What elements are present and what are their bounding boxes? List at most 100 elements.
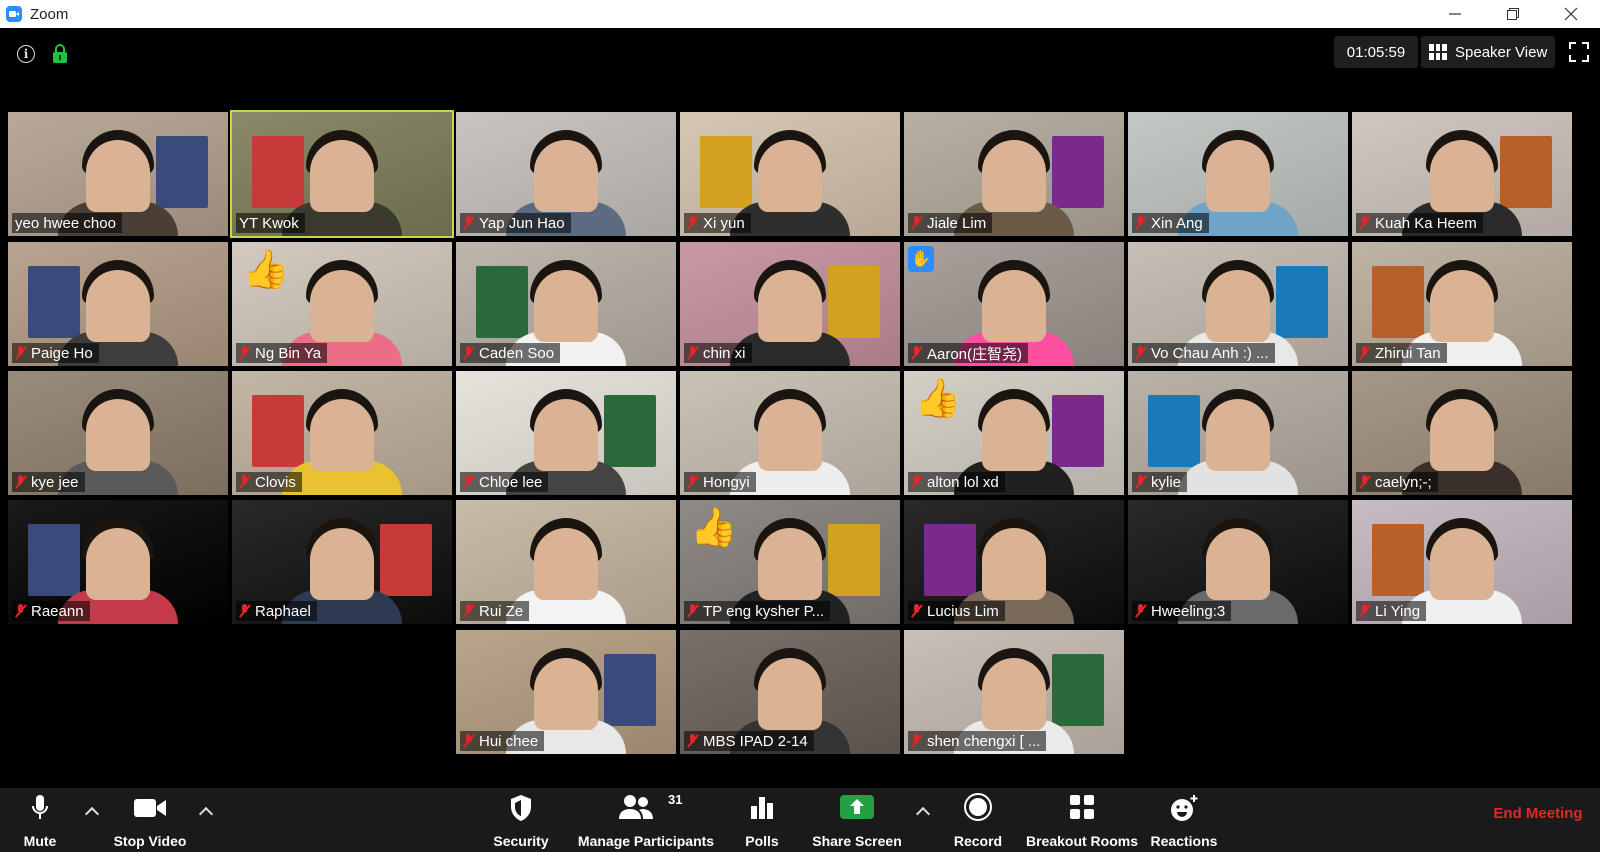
- breakout-rooms-icon: [1070, 795, 1094, 819]
- video-camera-icon: [134, 799, 166, 817]
- meeting-info-icon[interactable]: i: [17, 45, 35, 63]
- microphone-icon: [32, 795, 48, 819]
- muted-microphone-icon: [1135, 346, 1146, 360]
- muted-microphone-icon: [687, 216, 698, 230]
- close-button[interactable]: [1542, 0, 1600, 28]
- breakout-rooms-button[interactable]: Breakout Rooms: [1024, 788, 1140, 852]
- window-titlebar: Zoom: [0, 0, 1600, 28]
- held-book: [828, 524, 880, 596]
- participant-video-tile[interactable]: Raphael: [232, 500, 452, 624]
- participant-video-tile[interactable]: ✋ Aaron(庄智尧): [904, 242, 1124, 366]
- participant-video-tile[interactable]: Paige Ho: [8, 242, 228, 366]
- mute-button[interactable]: Mute: [14, 788, 66, 852]
- stop-video-button[interactable]: Stop Video: [110, 788, 190, 852]
- muted-microphone-icon: [911, 604, 922, 618]
- participant-video-tile[interactable]: Clovis: [232, 371, 452, 495]
- muted-microphone-icon: [687, 346, 698, 360]
- participant-video-tile[interactable]: Jiale Lim: [904, 112, 1124, 236]
- stop-video-label: Stop Video: [113, 833, 187, 849]
- participant-name-label: caelyn;-;: [1356, 472, 1438, 492]
- participant-video-tile[interactable]: Hui chee: [456, 630, 676, 754]
- participant-name-label: Chloe lee: [460, 472, 549, 492]
- participant-name-label: Xin Ang: [1132, 213, 1209, 233]
- participant-video-tile[interactable]: Yap Jun Hao: [456, 112, 676, 236]
- participant-video-tile[interactable]: Hongyi: [680, 371, 900, 495]
- breakout-rooms-label: Breakout Rooms: [1025, 833, 1139, 849]
- encryption-lock-icon[interactable]: [52, 44, 68, 64]
- held-book: [1276, 266, 1328, 338]
- fullscreen-icon[interactable]: [1569, 42, 1589, 62]
- manage-participants-button[interactable]: 31 Manage Participants: [574, 788, 718, 852]
- participant-video-tile[interactable]: Caden Soo: [456, 242, 676, 366]
- window-controls: [1426, 0, 1600, 28]
- share-screen-label: Share Screen: [812, 833, 902, 849]
- participant-face: [1430, 270, 1494, 342]
- end-meeting-button[interactable]: End Meeting: [1486, 796, 1590, 830]
- participant-video-tile[interactable]: caelyn;-;: [1352, 371, 1572, 495]
- participant-video-tile[interactable]: Zhirui Tan: [1352, 242, 1572, 366]
- participant-video-tile[interactable]: chin xi: [680, 242, 900, 366]
- security-label: Security: [493, 833, 549, 849]
- participant-video-tile[interactable]: Chloe lee: [456, 371, 676, 495]
- participant-video-tile[interactable]: 👍 TP eng kysher P...: [680, 500, 900, 624]
- held-book: [1372, 266, 1424, 338]
- raised-hand-icon: ✋: [908, 246, 934, 272]
- muted-microphone-icon: [687, 604, 698, 618]
- muted-microphone-icon: [687, 734, 698, 748]
- thumbs-up-reaction-icon: 👍: [242, 249, 290, 291]
- participant-video-tile[interactable]: Xi yun: [680, 112, 900, 236]
- speaker-view-label: Speaker View: [1455, 43, 1548, 61]
- participant-face: [1206, 528, 1270, 600]
- held-book: [476, 266, 528, 338]
- held-book: [604, 654, 656, 726]
- participant-name-label: Kuah Ka Heem: [1356, 213, 1483, 233]
- participant-video-tile[interactable]: Raeann: [8, 500, 228, 624]
- audio-options-caret[interactable]: [84, 804, 100, 820]
- participant-video-tile[interactable]: kylie: [1128, 371, 1348, 495]
- participant-face: [1206, 270, 1270, 342]
- participant-video-tile[interactable]: yeo hwee choo: [8, 112, 228, 236]
- participant-face: [758, 270, 822, 342]
- participant-name-text: Clovis: [255, 473, 296, 491]
- share-screen-button[interactable]: Share Screen: [808, 788, 906, 852]
- muted-microphone-icon: [15, 475, 26, 489]
- restore-icon: [1507, 8, 1519, 20]
- speaker-view-button[interactable]: Speaker View: [1421, 36, 1555, 68]
- participant-video-tile[interactable]: Kuah Ka Heem: [1352, 112, 1572, 236]
- participant-video-tile[interactable]: kye jee: [8, 371, 228, 495]
- participant-name-label: Xi yun: [684, 213, 751, 233]
- participant-name-text: Chloe lee: [479, 473, 543, 491]
- security-button[interactable]: Security: [484, 788, 558, 852]
- participant-name-label: Aaron(庄智尧): [908, 343, 1029, 363]
- participant-video-tile[interactable]: MBS IPAD 2-14: [680, 630, 900, 754]
- participant-video-tile[interactable]: Lucius Lim: [904, 500, 1124, 624]
- participant-name-label: Jiale Lim: [908, 213, 993, 233]
- participant-name-text: Yap Jun Hao: [479, 214, 565, 232]
- participant-face: [310, 140, 374, 212]
- participant-name-text: Caden Soo: [479, 344, 555, 362]
- participant-video-tile[interactable]: YT Kwok: [230, 110, 454, 238]
- manage-participants-label: Manage Participants: [577, 833, 715, 849]
- video-options-caret[interactable]: [198, 804, 214, 820]
- participant-name-label: Rui Ze: [460, 601, 530, 621]
- share-screen-icon: [840, 795, 874, 819]
- participant-name-text: Raphael: [255, 602, 311, 620]
- participant-video-tile[interactable]: Rui Ze: [456, 500, 676, 624]
- participant-video-tile[interactable]: Li Ying: [1352, 500, 1572, 624]
- record-button[interactable]: Record: [948, 788, 1008, 852]
- participant-name-text: alton lol xd: [927, 473, 999, 491]
- participant-video-tile[interactable]: shen chengxi [ ...: [904, 630, 1124, 754]
- participant-video-tile[interactable]: 👍 alton lol xd: [904, 371, 1124, 495]
- participant-face: [982, 140, 1046, 212]
- held-book: [1052, 395, 1104, 467]
- reactions-button[interactable]: Reactions: [1148, 788, 1220, 852]
- participant-name-text: Aaron(庄智尧): [927, 345, 1023, 363]
- minimize-button[interactable]: [1426, 0, 1484, 28]
- participant-video-tile[interactable]: Xin Ang: [1128, 112, 1348, 236]
- restore-button[interactable]: [1484, 0, 1542, 28]
- polls-button[interactable]: Polls: [732, 788, 792, 852]
- participant-video-tile[interactable]: Vo Chau Anh :) ...: [1128, 242, 1348, 366]
- participant-video-tile[interactable]: 👍 Ng Bin Ya: [232, 242, 452, 366]
- share-options-caret[interactable]: [915, 804, 931, 820]
- participant-video-tile[interactable]: Hweeling:3: [1128, 500, 1348, 624]
